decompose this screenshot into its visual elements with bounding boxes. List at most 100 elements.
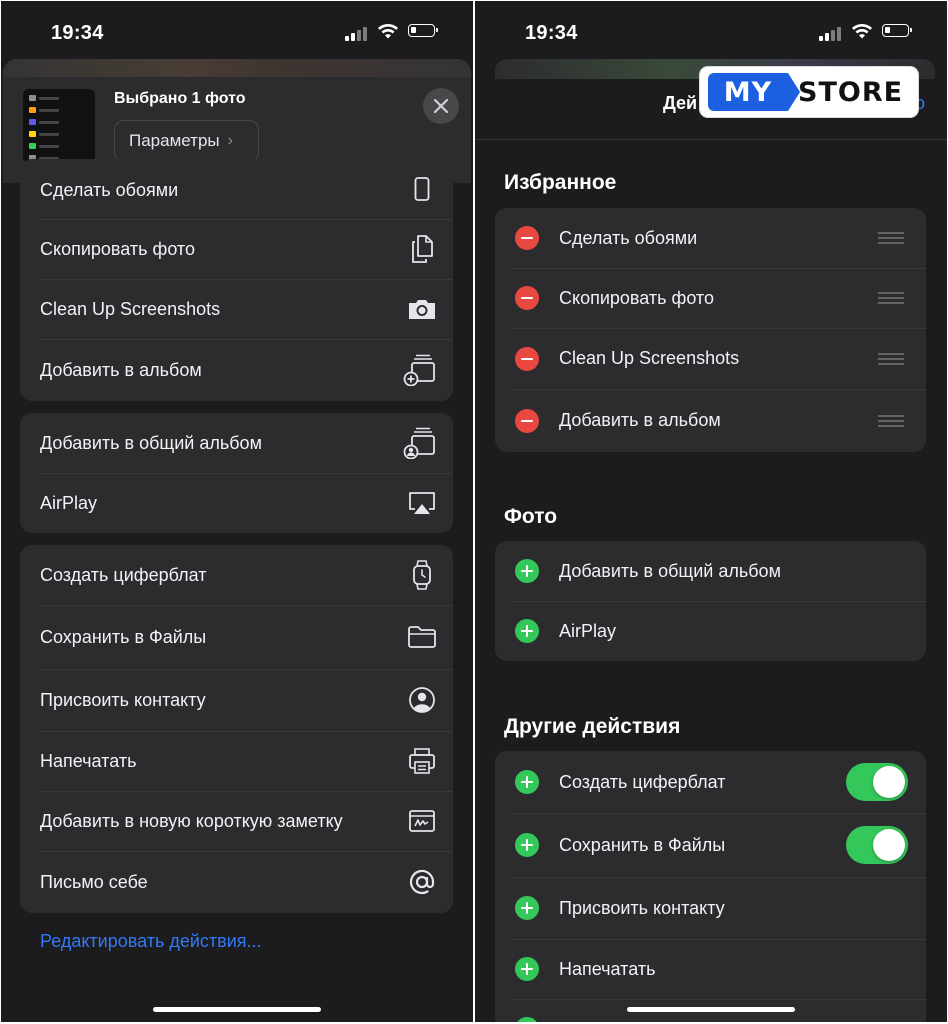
edit-actions-screen: 19:34 Дей о Избранное Сделать обоями Ско…	[475, 1, 947, 1022]
phone-icon	[407, 174, 437, 204]
action-row[interactable]: Письмо себе	[20, 851, 453, 913]
actions-group-favorites: Сделать обоями Скопировать фото Clean Up…	[20, 159, 453, 401]
status-time: 19:34	[51, 22, 104, 44]
action-label: Скопировать фото	[559, 287, 714, 308]
action-row[interactable]: Присвоить контакту	[20, 669, 453, 731]
remove-icon[interactable]	[515, 286, 539, 310]
section-title-favorites: Избранное	[504, 171, 617, 194]
chevron-right-icon: ›	[227, 132, 233, 149]
copy-icon	[407, 234, 437, 264]
add-album-icon	[403, 353, 437, 387]
action-label: Присвоить контакту	[559, 897, 725, 918]
action-label: Создать циферблат	[559, 771, 726, 792]
options-label: Параметры	[129, 131, 220, 150]
cellular-signal-icon	[819, 25, 845, 41]
action-label: Напечатать	[559, 958, 656, 979]
airplay-icon	[407, 488, 437, 518]
action-label: AirPlay	[559, 620, 617, 641]
logo-store: STORE	[798, 76, 904, 108]
shared-album-icon	[403, 426, 437, 460]
cellular-signal-icon	[345, 25, 371, 41]
add-icon[interactable]	[515, 896, 539, 920]
enable-toggle[interactable]	[846, 826, 908, 864]
favorites-list: Сделать обоями Скопировать фото Clean Up…	[495, 208, 926, 452]
action-label: Clean Up Screenshots	[559, 348, 740, 368]
action-label: Добавить в общий альбом	[40, 432, 262, 453]
add-icon[interactable]	[515, 619, 539, 643]
action-row: Добавить в общий альбом	[495, 541, 926, 601]
status-time: 19:34	[525, 22, 578, 44]
section-title-photo: Фото	[504, 505, 558, 528]
close-icon	[434, 99, 448, 113]
action-row[interactable]: Добавить в общий альбом	[20, 413, 453, 473]
action-row[interactable]: Добавить в альбом	[20, 339, 453, 401]
action-label: Clean Up Screenshots	[40, 298, 221, 319]
reorder-icon[interactable]	[878, 292, 904, 304]
action-row: Напечатать	[495, 939, 926, 999]
folder-icon	[407, 622, 437, 652]
contact-icon	[407, 685, 437, 715]
enable-toggle[interactable]	[846, 763, 908, 801]
add-icon[interactable]	[515, 1017, 539, 1022]
action-label: Присвоить контакту	[40, 689, 206, 710]
photo-actions-list: Добавить в общий альбом AirPlay	[495, 541, 926, 661]
action-row[interactable]: Напечатать	[20, 731, 453, 791]
action-label: AirPlay	[40, 492, 98, 513]
action-row[interactable]: AirPlay	[20, 473, 453, 533]
action-row[interactable]: Clean Up Screenshots	[20, 279, 453, 339]
selection-title: Выбрано 1 фото	[114, 90, 246, 107]
action-row[interactable]: Добавить в новую короткую заметку	[20, 791, 453, 851]
wifi-icon	[852, 24, 872, 39]
favorite-row: Clean Up Screenshots	[495, 328, 926, 389]
action-row: Сохранить в Файлы	[495, 813, 926, 877]
add-icon[interactable]	[515, 833, 539, 857]
action-label: Напечатать	[40, 750, 137, 771]
battery-icon	[882, 24, 912, 37]
remove-icon[interactable]	[515, 346, 539, 371]
favorite-row: Скопировать фото	[495, 268, 926, 328]
remove-icon[interactable]	[515, 226, 539, 250]
status-bar: 19:34	[1, 1, 473, 63]
wifi-icon	[378, 24, 398, 39]
action-label: Сделать обоями	[559, 227, 698, 248]
action-row: AirPlay	[495, 601, 926, 661]
home-indicator	[153, 1007, 321, 1012]
action-row[interactable]: Сделать обоями	[20, 159, 453, 219]
edit-actions-link[interactable]: Редактировать действия...	[40, 931, 262, 952]
action-label: Добавить в альбом	[559, 410, 721, 430]
quick-note-icon	[407, 806, 437, 836]
battery-icon	[408, 24, 438, 37]
action-label: Сохранить в Файлы	[40, 626, 207, 647]
action-label: Добавить в альбом	[40, 359, 202, 380]
share-sheet-screen: 19:34 Выбрано 1 фото Параметры › Сделать…	[1, 1, 473, 1022]
close-button[interactable]	[423, 88, 459, 124]
logo-my: MY	[708, 73, 800, 111]
add-icon[interactable]	[515, 770, 539, 794]
watch-icon	[407, 560, 437, 590]
favorite-row: Сделать обоями	[495, 208, 926, 268]
action-label: Добавить в новую короткую заметку	[40, 810, 343, 831]
actions-group-other: Создать циферблат Сохранить в Файлы Прис…	[20, 545, 453, 913]
action-label: Сохранить в Файлы	[559, 834, 726, 855]
reorder-icon[interactable]	[878, 414, 904, 427]
add-icon[interactable]	[515, 957, 539, 981]
other-actions-list: Создать циферблат Сохранить в Файлы Прис…	[495, 751, 926, 1022]
add-icon[interactable]	[515, 559, 539, 583]
actions-group-photo: Добавить в общий альбом AirPlay	[20, 413, 453, 533]
printer-icon	[407, 746, 437, 776]
nav-divider	[475, 139, 947, 140]
options-button[interactable]: Параметры ›	[114, 120, 259, 162]
action-label: Сделать обоями	[40, 180, 179, 200]
section-title-other: Другие действия	[504, 715, 681, 738]
action-row[interactable]: Создать циферблат	[20, 545, 453, 605]
remove-icon[interactable]	[515, 408, 539, 433]
action-row[interactable]: Скопировать фото	[20, 219, 453, 279]
reorder-icon[interactable]	[878, 232, 904, 244]
photo-thumbnail	[23, 89, 95, 163]
action-label: Скопировать фото	[40, 238, 195, 259]
reorder-icon[interactable]	[878, 352, 904, 365]
camera-icon	[407, 294, 437, 324]
home-indicator	[627, 1007, 795, 1012]
action-row[interactable]: Сохранить в Файлы	[20, 605, 453, 669]
store-logo: MY STORE	[700, 67, 918, 117]
